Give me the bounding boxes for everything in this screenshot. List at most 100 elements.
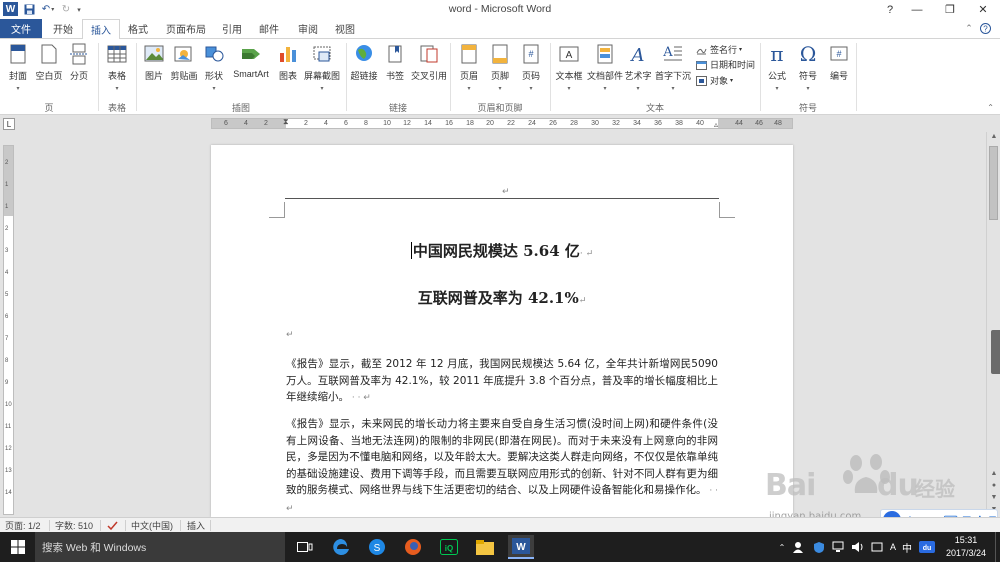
scroll-up-icon[interactable]: ▲	[987, 133, 1000, 140]
next-page-icon[interactable]: ▼	[987, 494, 1000, 501]
vertical-ruler[interactable]: 2 1 1 2 3 4 5 6 7 8 9 10 11 12 13 14	[3, 145, 14, 515]
drop-cap-button[interactable]: A 首字下沉 ▾	[654, 41, 692, 101]
svg-text:A: A	[566, 50, 573, 61]
ruler-tick-label: 34	[633, 120, 641, 127]
baidu-ime-tray-icon[interactable]: du	[918, 532, 936, 562]
group-label-header-footer: 页眉和页脚	[477, 103, 523, 113]
browse-object-icon[interactable]: ●	[987, 482, 1000, 489]
horizontal-ruler[interactable]: 6 4 2 2 4 6 8 10 12 14 16 18 20 22 24 26 28 30 32 34 36 38 40 4…	[211, 117, 793, 129]
cross-reference-button[interactable]: 交叉引用	[411, 41, 447, 101]
document-page[interactable]: ↵ 中国网民规模达 5.64 亿· ↵ 互联网普及率为 42.1%↵ ↵ 《报告…	[211, 145, 793, 517]
show-desktop-button[interactable]	[995, 532, 1000, 562]
word-taskbar-icon[interactable]: W	[508, 535, 534, 559]
ruler-tick-label: 38	[675, 120, 683, 127]
page-count[interactable]: 页面: 1/2	[5, 519, 41, 532]
object-button[interactable]: 对象 ▾	[696, 74, 733, 87]
previous-page-icon[interactable]: ▲	[987, 470, 1000, 477]
insert-mode-indicator[interactable]: 插入	[187, 519, 205, 532]
save-icon[interactable]	[22, 2, 36, 17]
signature-line-button[interactable]: 签名行 ▾	[696, 43, 742, 56]
redo-icon[interactable]: ↻	[60, 2, 72, 17]
shapes-button[interactable]: 形状 ▾	[201, 41, 227, 101]
task-view-icon[interactable]	[292, 535, 318, 559]
volume-icon[interactable]	[850, 532, 864, 562]
header-paragraph-mark: ↵	[502, 186, 510, 196]
input-language-indicator[interactable]: 中	[900, 532, 914, 562]
collapse-ribbon-icon[interactable]: ⌃	[987, 103, 994, 112]
restore-button[interactable]: ❐	[933, 0, 967, 19]
ruler-tick-label: 1	[5, 204, 9, 210]
hyperlink-button[interactable]: 超链接	[349, 41, 379, 101]
undo-icon[interactable]: ↶ ▾	[38, 2, 58, 17]
ruler-tick-label: 28	[570, 120, 578, 127]
close-button[interactable]: ✕	[966, 0, 1000, 19]
tab-references[interactable]: 引用	[216, 19, 248, 38]
tray-expand-icon[interactable]: ⌃	[776, 532, 788, 562]
help-icon[interactable]: ?	[978, 19, 992, 38]
taskbar-clock[interactable]: 15:31 2017/3/24	[940, 534, 992, 560]
word-logo-icon[interactable]: W	[3, 2, 18, 16]
paragraph-2[interactable]: 《报告》显示，未来网民的增长动力将主要来自受自身生活习惯(没时间上网)和硬件条件…	[286, 416, 718, 517]
start-button[interactable]	[0, 532, 35, 562]
help-button[interactable]: ?	[880, 0, 900, 19]
tab-view[interactable]: 视图	[328, 19, 362, 38]
cover-page-button[interactable]: 封面 ▾	[6, 41, 30, 101]
action-center-icon[interactable]	[870, 532, 884, 562]
screenshot-button[interactable]: 屏幕截图 ▾	[303, 41, 341, 101]
tab-home[interactable]: 开始	[44, 19, 82, 38]
iqiyi-icon[interactable]: iQ	[436, 535, 462, 559]
tab-review[interactable]: 审阅	[290, 19, 326, 38]
ruler-tick-label: 4	[5, 270, 9, 276]
minimize-ribbon-icon[interactable]: ⌃	[962, 19, 976, 38]
symbol-button[interactable]: Ω 符号 ▾	[795, 41, 821, 101]
window-title: word - Microsoft Word	[448, 3, 552, 15]
picture-button[interactable]: 图片	[141, 41, 167, 101]
date-time-button[interactable]: 日期和时间	[696, 58, 755, 71]
firefox-icon[interactable]	[400, 535, 426, 559]
tab-page-layout[interactable]: 页面布局	[158, 19, 214, 38]
paragraph-1[interactable]: 《报告》显示，截至 2012 年 12 月底，我国网民规模达 5.64 亿，全年…	[286, 356, 718, 407]
svg-text:W: W	[516, 542, 526, 553]
side-panel-tab[interactable]	[991, 330, 1000, 374]
scrollbar-thumb[interactable]	[989, 146, 998, 220]
edge-browser-icon[interactable]	[328, 535, 354, 559]
tab-format[interactable]: 格式	[120, 19, 156, 38]
word-count[interactable]: 字数: 510	[55, 519, 93, 532]
indent-marker-icon[interactable]: ⧗	[283, 117, 289, 127]
tab-insert[interactable]: 插入	[82, 19, 120, 39]
wordart-button[interactable]: A 艺术字 ▾	[624, 41, 652, 101]
shield-icon[interactable]	[812, 532, 826, 562]
taskbar-search-box[interactable]: 搜索 Web 和 Windows	[35, 532, 285, 562]
bookmark-button[interactable]: 书签	[381, 41, 409, 101]
tab-mailings[interactable]: 邮件	[252, 19, 286, 38]
quick-parts-button[interactable]: 文档部件 ▾	[586, 41, 624, 101]
language-indicator[interactable]: 中文(中国)	[131, 519, 173, 532]
watermark-jingyan: 经验	[915, 477, 955, 501]
file-explorer-icon[interactable]	[472, 535, 498, 559]
tab-selector-button[interactable]: L	[3, 118, 15, 130]
table-button[interactable]: 表格 ▾	[104, 41, 130, 101]
right-indent-marker-icon[interactable]: ▵	[714, 120, 718, 129]
numbering-button[interactable]: # 编号	[826, 41, 852, 101]
people-tray-icon[interactable]	[791, 532, 805, 562]
clip-art-button[interactable]: 剪贴画	[169, 41, 199, 101]
header-button[interactable]: 页眉 ▾	[456, 41, 482, 101]
customize-quick-access-icon[interactable]: ▾	[74, 2, 84, 17]
tab-file[interactable]: 文件	[0, 19, 42, 38]
group-label-tables: 表格	[107, 103, 126, 113]
network-icon[interactable]	[831, 532, 845, 562]
smartart-button[interactable]: SmartArt	[229, 41, 273, 101]
page-number-button[interactable]: # 页码 ▾	[518, 41, 544, 101]
document-title[interactable]: 中国网民规模达 5.64 亿· ↵	[211, 240, 793, 261]
equation-button[interactable]: π 公式 ▾	[764, 41, 790, 101]
chart-button[interactable]: 图表	[275, 41, 301, 101]
vertical-scrollbar[interactable]: ▲ ▲ ● ▼ ▼	[986, 132, 1000, 517]
minimize-button[interactable]: —	[900, 0, 934, 19]
sogou-browser-icon[interactable]: S	[364, 535, 390, 559]
document-subtitle[interactable]: 互联网普及率为 42.1%↵	[211, 287, 793, 308]
blank-page-button[interactable]: 空白页	[34, 41, 64, 101]
text-box-button[interactable]: A 文本框 ▾	[554, 41, 584, 101]
proofing-icon[interactable]	[107, 519, 119, 532]
page-break-button[interactable]: 分页	[66, 41, 92, 101]
footer-button[interactable]: 页脚 ▾	[487, 41, 513, 101]
